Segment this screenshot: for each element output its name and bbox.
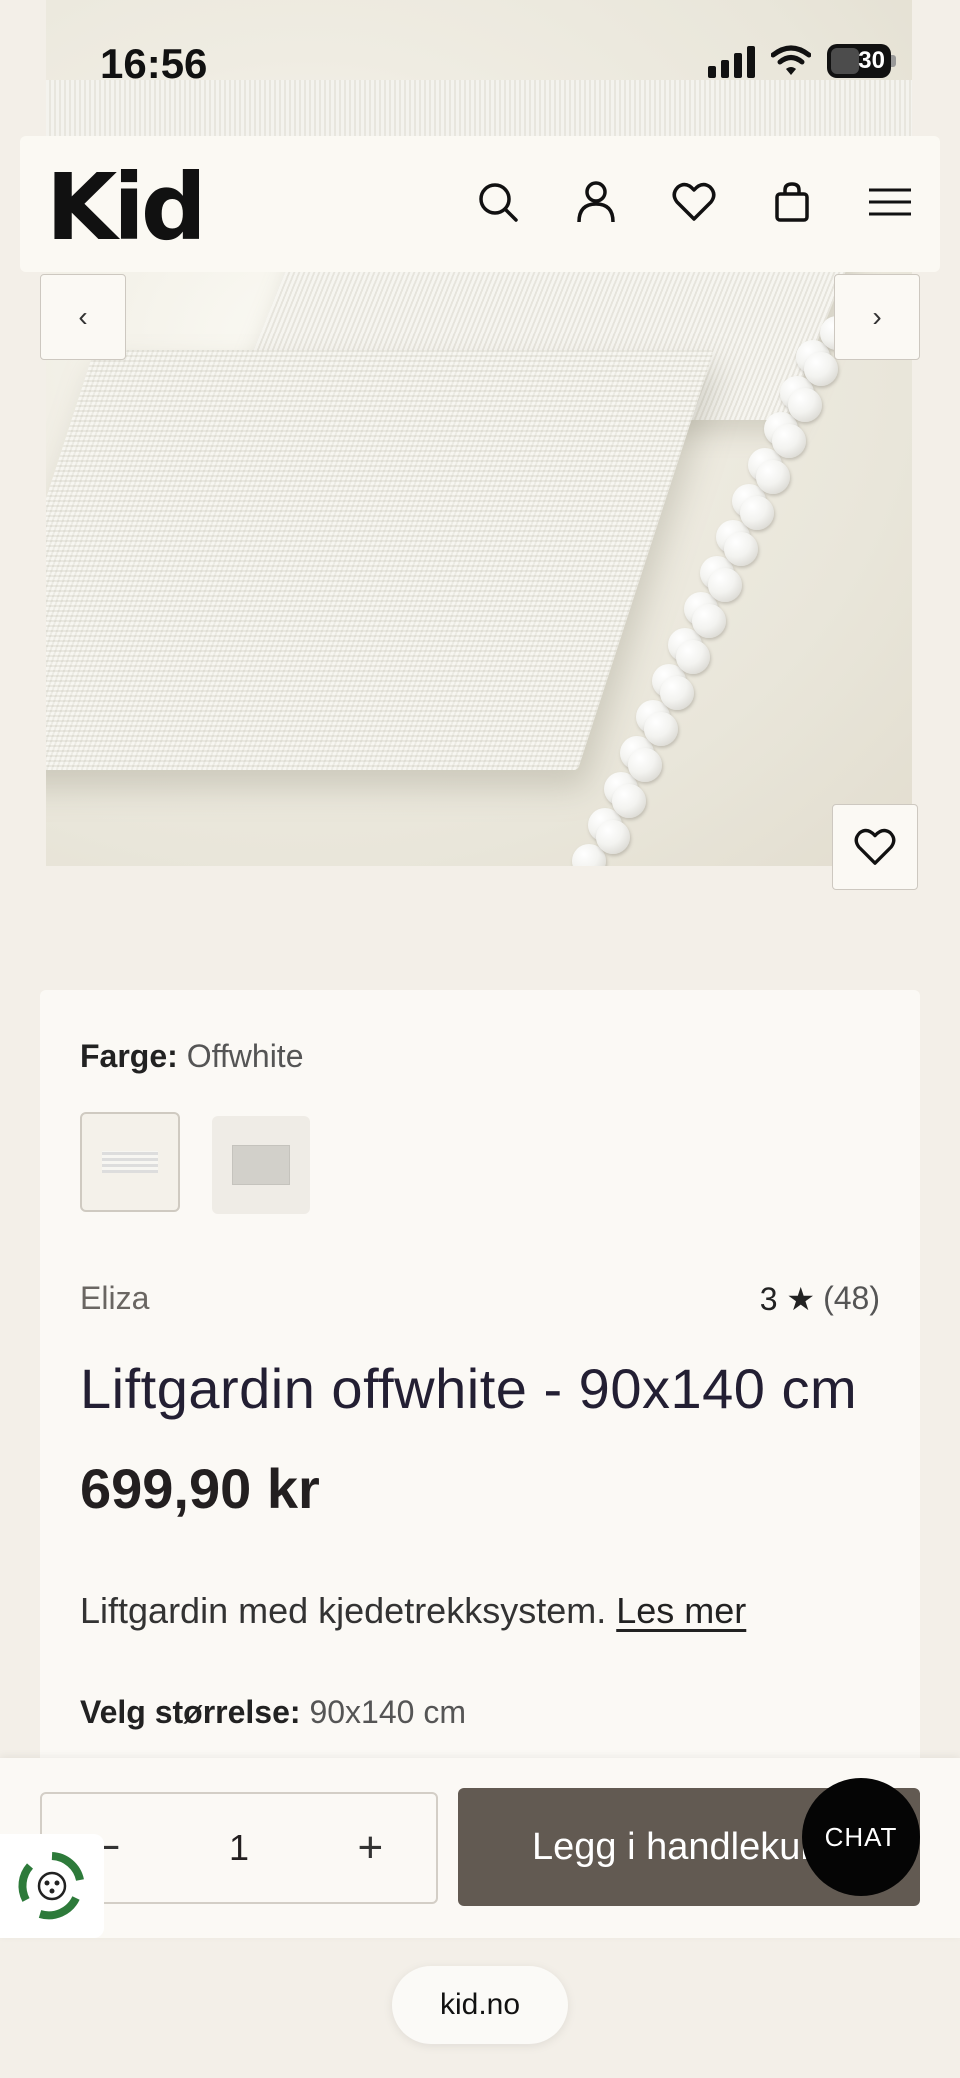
increase-quantity-button[interactable]: + [340, 1823, 400, 1873]
bead [628, 748, 662, 782]
chevron-left-icon: ‹ [78, 301, 88, 332]
product-rating[interactable]: 3 ★ (48) [760, 1280, 880, 1318]
size-label: Velg størrelse: [80, 1694, 301, 1730]
bead [724, 532, 758, 566]
bead [772, 424, 806, 458]
chevron-right-icon: › [872, 301, 882, 332]
bead [804, 352, 838, 386]
color-selector-label: Farge: Offwhite [80, 1038, 303, 1075]
bead [788, 388, 822, 422]
description-text: Liftgardin med kjedetrekksystem. [80, 1590, 607, 1631]
bead [612, 784, 646, 818]
signal-icon [708, 44, 755, 78]
size-selector-label: Velg størrelse: 90x140 cm [80, 1694, 466, 1731]
quantity-value[interactable]: 1 [209, 1827, 269, 1869]
product-description: Liftgardin med kjedetrekksystem. Les mer [80, 1590, 746, 1632]
bead [740, 496, 774, 530]
status-time: 16:56 [100, 40, 208, 87]
product-title: Liftgardin offwhite - 90x140 cm [80, 1357, 858, 1420]
rating-value: 3 ★ [759, 1281, 816, 1317]
color-label: Farge: [80, 1038, 178, 1074]
battery-icon: 30 [827, 44, 891, 78]
color-swatch-grey[interactable] [212, 1116, 310, 1214]
heart-icon [854, 828, 896, 865]
search-icon[interactable] [474, 172, 522, 232]
domain-label: kid.no [439, 1988, 521, 2021]
bead [660, 676, 694, 710]
product-price: 699,90 kr [80, 1457, 320, 1520]
logo[interactable]: Kid [46, 154, 207, 261]
recycle-badge[interactable] [0, 1834, 104, 1938]
recycle-icon [18, 1852, 84, 1920]
bead [708, 568, 742, 602]
favorite-button[interactable] [832, 804, 918, 890]
review-count: (48) [823, 1280, 880, 1316]
product-details-card: Farge: Offwhite Eliza 3 ★ (48) Liftgardi… [40, 990, 920, 1790]
bead [692, 604, 726, 638]
bead [756, 460, 790, 494]
wishlist-icon[interactable] [670, 172, 718, 232]
bead [676, 640, 710, 674]
bead-chain [566, 280, 906, 866]
account-icon[interactable] [572, 172, 620, 232]
color-swatch-offwhite[interactable] [80, 1112, 180, 1212]
chat-button[interactable]: CHAT [802, 1778, 920, 1896]
gallery-next-button[interactable]: › [834, 274, 920, 360]
site-header: Kid [20, 136, 940, 272]
menu-icon[interactable] [866, 172, 914, 232]
battery-level: 30 [858, 47, 885, 74]
read-more-link[interactable]: Les mer [616, 1590, 746, 1631]
product-brand[interactable]: Eliza [80, 1280, 149, 1317]
wifi-icon [771, 45, 811, 75]
chat-label: CHAT [824, 1821, 898, 1852]
cart-icon[interactable] [768, 172, 816, 232]
add-to-cart-label: Legg i handlekurv [532, 1825, 832, 1868]
gallery-prev-button[interactable]: ‹ [40, 274, 126, 360]
status-icons: 30 [708, 44, 896, 78]
size-value: 90x140 cm [309, 1694, 466, 1730]
color-value: Offwhite [186, 1038, 304, 1074]
status-bar: 16:56 30 [0, 0, 960, 130]
bead [596, 820, 630, 854]
bead [644, 712, 678, 746]
browser-domain-pill[interactable]: kid.no [392, 1966, 568, 2044]
header-icons [474, 172, 914, 232]
